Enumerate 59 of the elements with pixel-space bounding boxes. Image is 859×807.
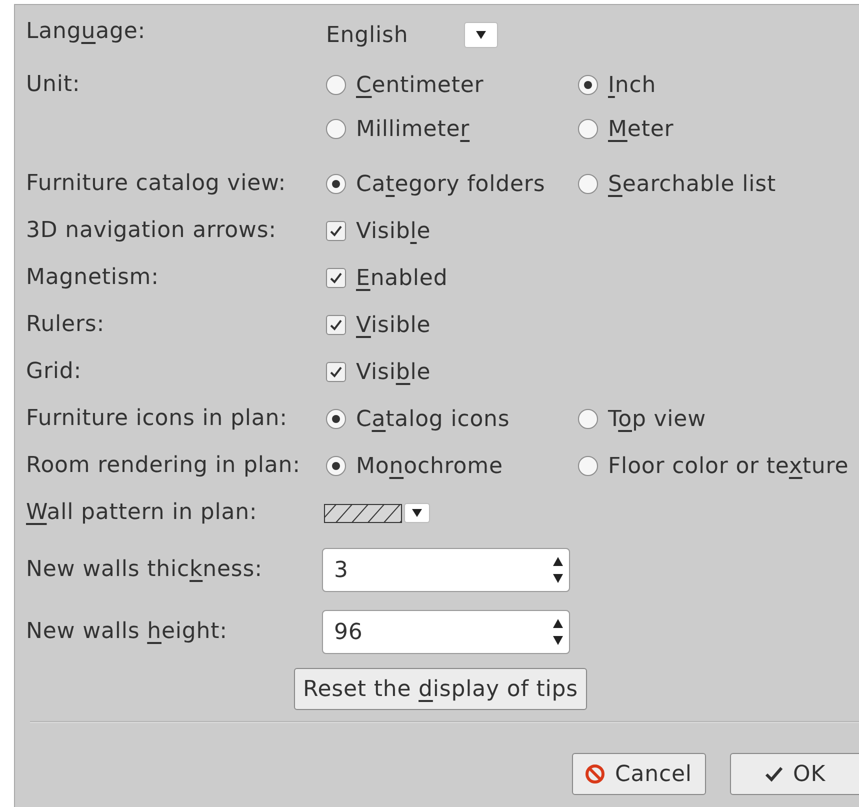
cancel-button[interactable]: Cancel [572,753,706,795]
spinner-arrows-icon[interactable] [553,619,563,645]
radio-button[interactable] [578,409,598,429]
radio-button[interactable] [326,456,346,476]
field-label: Language: [26,20,147,44]
option-label: Meter [608,116,674,144]
option-label: Monochrome [356,452,503,480]
field-label: Rulers: [26,313,106,337]
caret-icon [412,509,422,517]
radio-button[interactable] [326,119,346,139]
radio-button[interactable] [326,174,346,194]
option-label: Inch [608,72,656,100]
option-label: Searchable list [608,170,776,198]
hatch-pattern-icon[interactable] [324,504,402,522]
field-label: New walls thickness: [26,558,264,582]
checkbox[interactable] [326,362,346,382]
field-label: Room rendering in plan: [26,454,302,478]
option-label: Category folders [356,170,546,198]
checkbox[interactable] [326,268,346,288]
option-label: Catalog icons [356,406,510,434]
spinner-arrows-icon[interactable] [553,557,563,583]
number-spinner[interactable]: 3 [322,548,570,592]
field-label: Wall pattern in plan: [26,501,258,525]
language-value: English [326,22,410,50]
cancel-icon [585,764,605,784]
radio-button[interactable] [326,409,346,429]
check-icon [765,766,783,782]
field-label: Furniture catalog view: [26,172,288,196]
option-label: Visible [356,218,431,246]
check-icon [329,271,343,285]
option-label: Visible [356,312,431,340]
field-label: Grid: [26,360,83,384]
check-icon [329,365,343,379]
radio-button[interactable] [326,75,346,95]
check-icon [329,318,343,332]
checkbox[interactable] [326,221,346,241]
option-label: Visible [356,358,431,386]
radio-button[interactable] [578,174,598,194]
radio-button[interactable] [578,75,598,95]
checkbox[interactable] [326,315,346,335]
dropdown-button[interactable] [404,503,430,523]
option-label: Top view [608,406,706,434]
caret-icon [476,31,486,39]
option-label: Millimeter [356,116,470,144]
option-label: Centimeter [356,72,484,100]
option-label: Floor color or texture [608,452,849,480]
option-label: Enabled [356,264,448,292]
radio-button[interactable] [578,119,598,139]
number-spinner[interactable]: 96 [322,610,570,654]
radio-button[interactable] [578,456,598,476]
reset-tips-button[interactable]: Reset the d isplay of tips [294,668,588,710]
field-label: Magnetism: [26,266,160,290]
field-label: 3D navigation arrows: [26,219,278,243]
field-label: Unit: [26,73,82,97]
dropdown-button[interactable] [464,22,498,48]
field-label: Furniture icons in plan: [26,407,288,431]
check-icon [329,224,343,238]
field-label: New walls height: [26,620,228,644]
ok-button[interactable]: OK [730,753,859,795]
